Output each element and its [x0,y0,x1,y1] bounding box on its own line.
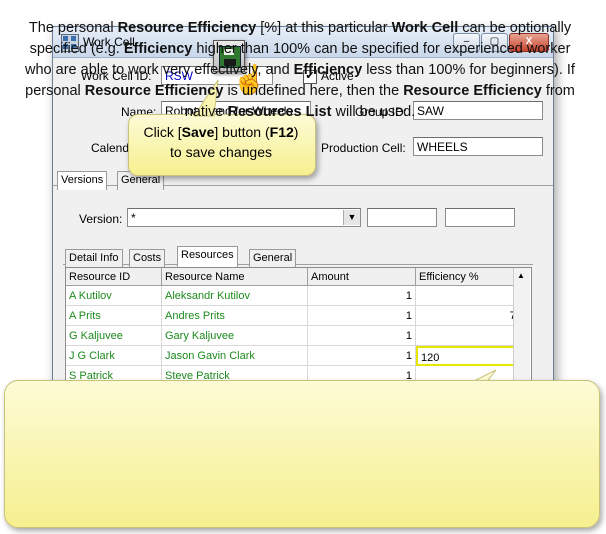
scroll-up-icon[interactable]: ▲ [517,271,525,280]
column-header-resource-name[interactable]: Resource Name [162,268,308,286]
table-row-amount[interactable]: 1 [308,306,416,326]
version-label: Version: [79,212,123,226]
table-row-efficiency[interactable] [416,326,526,346]
info-callout [4,380,600,528]
tab-general-inner[interactable]: General [249,249,297,268]
tab-costs[interactable]: Costs [129,249,166,268]
tab-versions[interactable]: Versions [57,171,108,190]
table-row-efficiency[interactable]: 75 [416,306,526,326]
table-row-id[interactable]: A Prits [66,306,162,326]
table-row-name[interactable]: Andres Prits [162,306,308,326]
table-row-efficiency[interactable] [416,286,526,306]
tab-resources[interactable]: Resources [177,246,238,268]
table-row-amount[interactable]: 1 [308,346,416,366]
version-extra-field-2[interactable] [445,208,515,227]
column-header-amount[interactable]: Amount [308,268,416,286]
chevron-down-icon[interactable]: ▼ [343,210,360,225]
column-header-resource-id[interactable]: Resource ID [66,268,162,286]
version-combo[interactable]: * [127,208,361,227]
table-row-amount[interactable]: 1 [308,286,416,306]
production-cell-label: Production Cell: [321,141,406,155]
info-callout-text: The personal Resource Efficiency [%] at … [25,20,575,120]
version-extra-field-1[interactable] [367,208,437,227]
production-cell-field[interactable]: WHEELS [413,137,543,156]
table-row-efficiency-editing[interactable]: 120 [416,346,526,366]
table-row-amount[interactable]: 1 [308,326,416,346]
tab-detail-info[interactable]: Detail Info [65,249,123,268]
table-row-name[interactable]: Jason Gavin Clark [162,346,308,366]
column-header-efficiency[interactable]: Efficiency % [416,268,526,286]
table-row-id[interactable]: J G Clark [66,346,162,366]
vertical-scrollbar[interactable]: ▲ [513,268,530,398]
save-callout-text: Click [Save] button (F12) to save change… [143,124,299,160]
table-row-name[interactable]: Gary Kaljuvee [162,326,308,346]
table-row-id[interactable]: G Kaljuvee [66,326,162,346]
table-row-id[interactable]: A Kutilov [66,286,162,306]
table-row-name[interactable]: Aleksandr Kutilov [162,286,308,306]
